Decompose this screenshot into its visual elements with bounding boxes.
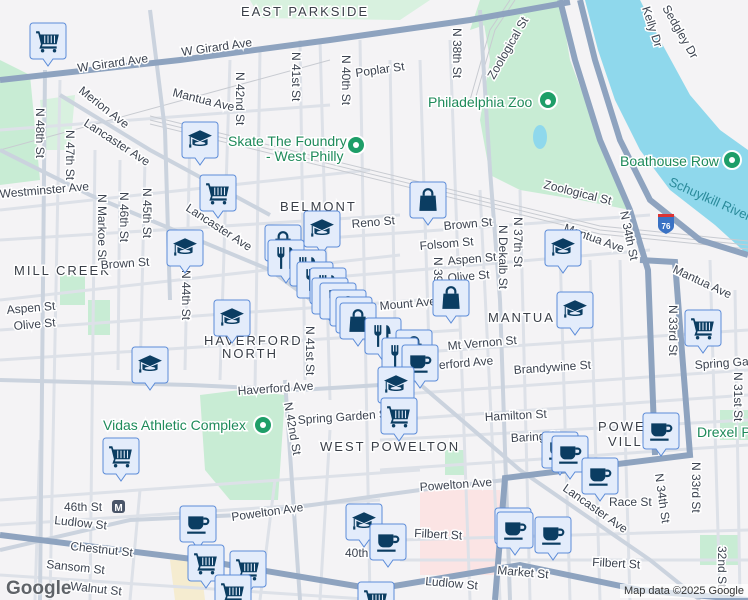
grocery-marker[interactable]: [214, 574, 252, 600]
street-label: 46th St: [64, 500, 103, 514]
poi-label: Philadelphia Zoo: [428, 94, 533, 110]
poi-label: Vidas Athletic Complex: [103, 417, 246, 433]
school-marker[interactable]: [166, 229, 204, 274]
grocery-marker[interactable]: [29, 22, 67, 67]
street-label: Hamilton St: [484, 407, 547, 424]
street-label: Race St: [609, 495, 652, 509]
street-label: Market St: [497, 563, 550, 581]
street-label: Reno St: [351, 213, 396, 231]
metro-46th-st-icon: M: [112, 500, 125, 514]
place-markers[interactable]: [29, 22, 722, 600]
street-label: N Markoe St: [95, 194, 109, 261]
street-label: Aspen St: [447, 250, 497, 268]
street-label: N 37th St: [511, 217, 525, 268]
street-label: N 47th St: [63, 130, 77, 181]
street-label: N 48th St: [33, 108, 47, 159]
hood-label: EAST PARKSIDE: [241, 4, 369, 19]
school-marker[interactable]: [181, 121, 219, 166]
skate-foundry-pin-icon[interactable]: [346, 135, 366, 155]
hood-label: WEST POWELTON: [320, 439, 460, 454]
street-label: N Dekalb St: [496, 225, 510, 290]
hood-label: NORTH: [222, 346, 278, 361]
street-label: N 46th St: [117, 192, 131, 243]
street-label: Ludlow St: [54, 513, 109, 533]
street-label: N 40th St: [339, 55, 353, 106]
street-label: N 41st St: [289, 52, 303, 102]
street-label: 32nd St: [715, 546, 729, 588]
vidas-complex-pin-icon[interactable]: [253, 415, 273, 435]
street-label: Poplar St: [354, 59, 405, 80]
street-label: Olive St: [13, 315, 57, 333]
grocery-marker[interactable]: [684, 309, 722, 354]
google-logo: Google: [6, 578, 72, 599]
street-label: N 42nd St: [281, 401, 304, 457]
street-label: Folsom St: [419, 234, 475, 253]
hood-label: MILL CREEK: [14, 263, 111, 278]
street-label: N 33rd St: [689, 462, 703, 513]
street-label: N 44th St: [179, 270, 193, 321]
street-label: Mt Vernon St: [447, 333, 518, 353]
street-label: N 34th St: [652, 472, 673, 524]
street-label: N 42nd St: [233, 72, 247, 126]
street-label: Filbert St: [414, 526, 463, 543]
street-label: N 33rd St: [666, 305, 680, 356]
street-label: Sansom St: [46, 557, 106, 577]
svg-text:76: 76: [662, 222, 671, 231]
grocery-marker[interactable]: [380, 397, 418, 442]
poi-label: Boathouse Row: [620, 153, 720, 169]
svg-text:M: M: [114, 503, 122, 514]
school-marker[interactable]: [544, 229, 582, 274]
poi-label: Drexel P: [697, 424, 748, 440]
hood-label: MANTUA: [488, 310, 555, 325]
shopping-marker[interactable]: [432, 279, 470, 324]
boathouse-row-pin-icon[interactable]: [722, 150, 742, 170]
street-label: Spring Garden St: [297, 407, 391, 427]
street-label: Mantua Ave: [171, 85, 236, 114]
map-canvas[interactable]: 76 M EAST PARKSIDE BELMONT MILL CREEK HA…: [0, 0, 748, 600]
poi-label: Skate The Foundry: [228, 133, 347, 149]
street-label: Filbert St: [592, 555, 641, 572]
zoo-pin-icon[interactable]: [538, 90, 558, 110]
map-attribution[interactable]: Map data ©2025 Google: [619, 584, 748, 598]
street-label: Aspen St: [6, 299, 56, 317]
grocery-marker[interactable]: [357, 581, 395, 600]
grocery-marker[interactable]: [102, 437, 140, 482]
street-label: N 45th St: [140, 188, 154, 239]
shopping-marker[interactable]: [409, 181, 447, 226]
cafe-marker[interactable]: [179, 505, 217, 550]
street-label: Haverford Ave: [237, 379, 314, 398]
street-label: Brown St: [443, 215, 493, 233]
street-label: N 31st St: [731, 372, 745, 422]
street-label: N 41st St: [303, 326, 317, 376]
poi-label: - West Philly: [266, 148, 344, 164]
street-label: N 38th St: [450, 28, 464, 79]
street-label: Chestnut St: [70, 539, 134, 560]
school-marker[interactable]: [303, 210, 341, 255]
interstate-76-shield: 76: [658, 214, 674, 234]
cafe-marker[interactable]: [534, 516, 572, 561]
street-label: Ludlow St: [425, 574, 479, 593]
street-label: W Girard Ave: [76, 51, 149, 75]
